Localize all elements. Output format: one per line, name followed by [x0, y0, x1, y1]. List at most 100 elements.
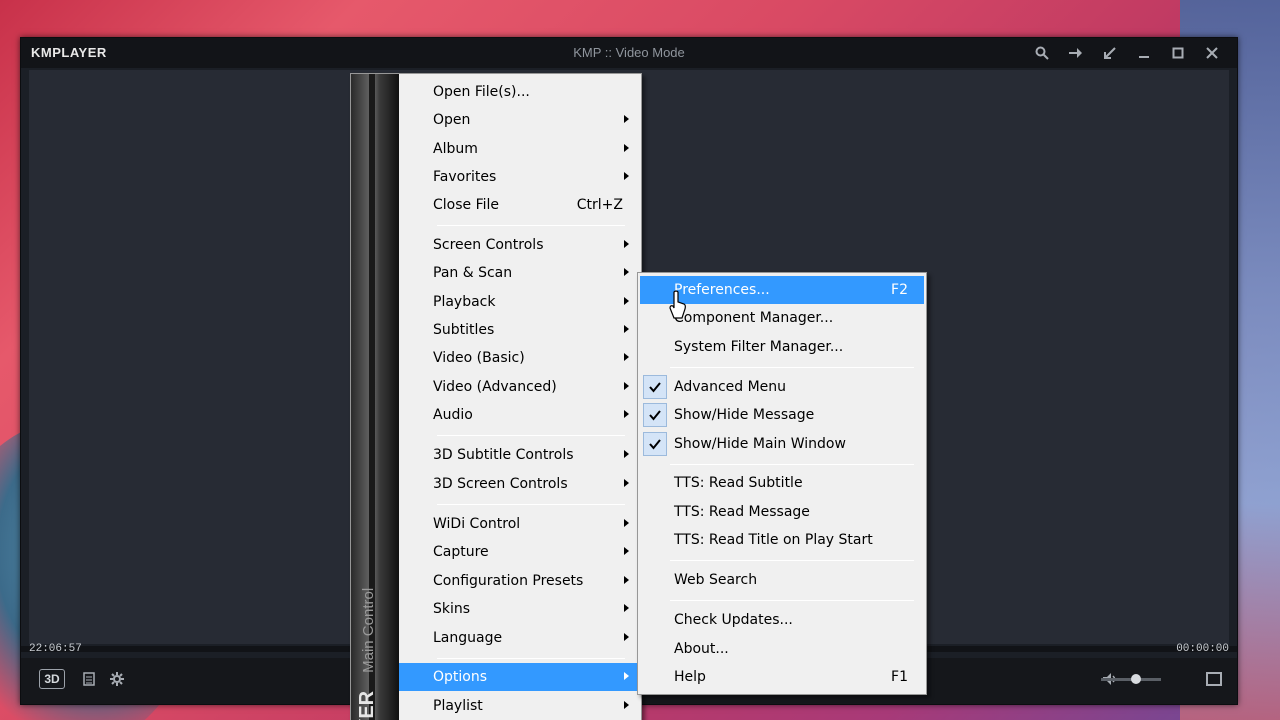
menu-item-label: Web Search — [674, 572, 758, 588]
menu-item-open[interactable]: Open — [399, 106, 639, 134]
menu-item-label: Language — [433, 630, 503, 646]
menu-item-album[interactable]: Album — [399, 135, 639, 163]
submenu-arrow-icon — [624, 547, 629, 555]
menu-item-subtitles[interactable]: Subtitles — [399, 316, 639, 344]
menu-item-language[interactable]: Language — [399, 624, 639, 652]
menu-item-label: Album — [433, 141, 478, 157]
checkmark-icon — [643, 375, 667, 399]
mini-mode-icon[interactable] — [1093, 43, 1127, 63]
menu-item-tts-read-message[interactable]: TTS: Read Message — [640, 498, 924, 526]
menu-item-shortcut: F1 — [891, 669, 908, 685]
menu-item-playback[interactable]: Playback — [399, 288, 639, 316]
menu-item-label: Video (Basic) — [433, 350, 525, 366]
menu-item-label: TTS: Read Title on Play Start — [674, 532, 873, 548]
maximize-icon[interactable] — [1161, 43, 1195, 63]
menu-item-label: Playback — [433, 294, 496, 310]
menu-item-shortcut: F2 — [891, 282, 908, 298]
menu-item-label: Playlist — [433, 698, 483, 714]
menu-item-about[interactable]: About... — [640, 635, 924, 663]
menu-item-label: Video (Advanced) — [433, 379, 557, 395]
menu-item-configuration-presets[interactable]: Configuration Presets — [399, 567, 639, 595]
menu-sidebar-banner: YER Main Control — [351, 74, 399, 720]
menu-item-3d-screen-controls[interactable]: 3D Screen Controls — [399, 470, 639, 498]
menu-item-video-basic[interactable]: Video (Basic) — [399, 344, 639, 372]
menu-item-close-file[interactable]: Close File Ctrl+Z — [399, 191, 639, 219]
menu-item-tts-read-subtitle[interactable]: TTS: Read Subtitle — [640, 469, 924, 497]
menu-item-label: 3D Subtitle Controls — [433, 447, 574, 463]
menu-item-shortcut: Ctrl+Z — [576, 197, 623, 213]
menu-item-label: Open — [433, 112, 471, 128]
minimize-icon[interactable] — [1127, 43, 1161, 63]
menu-separator — [670, 600, 914, 601]
submenu-arrow-icon — [624, 382, 629, 390]
menu-item-favorites[interactable]: Favorites — [399, 163, 639, 191]
mouse-cursor-icon — [669, 290, 686, 319]
menu-item-widi-control[interactable]: WiDi Control — [399, 510, 639, 538]
menu-item-label: Show/Hide Message — [674, 407, 815, 423]
menu-item-web-search[interactable]: Web Search — [640, 566, 924, 594]
submenu-arrow-icon — [624, 144, 629, 152]
submenu-arrow-icon — [624, 268, 629, 276]
volume-slider[interactable] — [1101, 674, 1161, 684]
menu-item-playlist[interactable]: Playlist — [399, 692, 639, 720]
3d-button[interactable]: 3D — [39, 669, 65, 689]
menu-separator — [437, 225, 625, 226]
menu-item-label: TTS: Read Subtitle — [674, 475, 803, 491]
submenu-arrow-icon — [624, 410, 629, 418]
menu-item-3d-subtitle-controls[interactable]: 3D Subtitle Controls — [399, 441, 639, 469]
close-icon[interactable] — [1195, 43, 1229, 63]
menu-item-label: Screen Controls — [433, 237, 544, 253]
sidebar-vertical-text: YER Main Control — [356, 588, 379, 720]
options-submenu: Preferences... F2 Component Manager... Sy… — [637, 272, 927, 695]
menu-item-label: System Filter Manager... — [674, 339, 844, 355]
search-icon[interactable] — [1025, 43, 1059, 63]
submenu-arrow-icon — [624, 172, 629, 180]
menu-item-label: TTS: Read Message — [674, 504, 810, 520]
menu-item-show-hide-main-window[interactable]: Show/Hide Main Window — [640, 430, 924, 458]
menu-item-skins[interactable]: Skins — [399, 595, 639, 623]
fullscreen-icon[interactable] — [1205, 670, 1223, 688]
submenu-arrow-icon — [624, 576, 629, 584]
menu-item-system-filter-manager[interactable]: System Filter Manager... — [640, 333, 924, 361]
volume-knob[interactable] — [1131, 674, 1141, 684]
menu-item-label: Advanced Menu — [674, 379, 787, 395]
title-bar[interactable]: KMPLAYER KMP :: Video Mode — [21, 38, 1237, 68]
menu-item-capture[interactable]: Capture — [399, 538, 639, 566]
menu-item-label: Pan & Scan — [433, 265, 513, 281]
playlist-icon[interactable] — [81, 671, 97, 687]
menu-item-check-updates[interactable]: Check Updates... — [640, 606, 924, 634]
menu-separator — [670, 367, 914, 368]
menu-item-label: Help — [674, 669, 706, 685]
submenu-arrow-icon — [624, 479, 629, 487]
submenu-arrow-icon — [624, 353, 629, 361]
submenu-arrow-icon — [624, 519, 629, 527]
menu-item-label: Open File(s)... — [433, 84, 530, 100]
menu-item-open-files[interactable]: Open File(s)... — [399, 78, 639, 106]
menu-item-show-hide-message[interactable]: Show/Hide Message — [640, 401, 924, 429]
menu-item-label: 3D Screen Controls — [433, 476, 568, 492]
submenu-arrow-icon — [624, 633, 629, 641]
menu-item-screen-controls[interactable]: Screen Controls — [399, 231, 639, 259]
menu-item-label: Preferences... — [674, 282, 770, 298]
menu-item-advanced-menu[interactable]: Advanced Menu — [640, 373, 924, 401]
menu-item-label: WiDi Control — [433, 516, 521, 532]
menu-item-label: About... — [674, 641, 729, 657]
menu-item-label: Capture — [433, 544, 489, 560]
settings-gear-icon[interactable] — [109, 671, 125, 687]
submenu-arrow-icon — [624, 450, 629, 458]
menu-item-tts-read-title[interactable]: TTS: Read Title on Play Start — [640, 526, 924, 554]
menu-item-label: Favorites — [433, 169, 497, 185]
menu-item-pan-scan[interactable]: Pan & Scan — [399, 259, 639, 287]
time-elapsed: 22:06:57 — [29, 643, 82, 655]
menu-item-options[interactable]: Options — [399, 663, 639, 691]
pin-icon[interactable] — [1059, 43, 1093, 63]
menu-item-audio[interactable]: Audio — [399, 401, 639, 429]
menu-item-video-advanced[interactable]: Video (Advanced) — [399, 373, 639, 401]
checkmark-icon — [643, 403, 667, 427]
menu-item-label: Component Manager... — [674, 310, 834, 326]
menu-item-label: Options — [433, 669, 488, 685]
menu-item-help[interactable]: Help F1 — [640, 663, 924, 691]
submenu-arrow-icon — [624, 325, 629, 333]
main-context-menu: YER Main Control Open File(s)... Open Alb… — [350, 73, 642, 720]
submenu-arrow-icon — [624, 297, 629, 305]
